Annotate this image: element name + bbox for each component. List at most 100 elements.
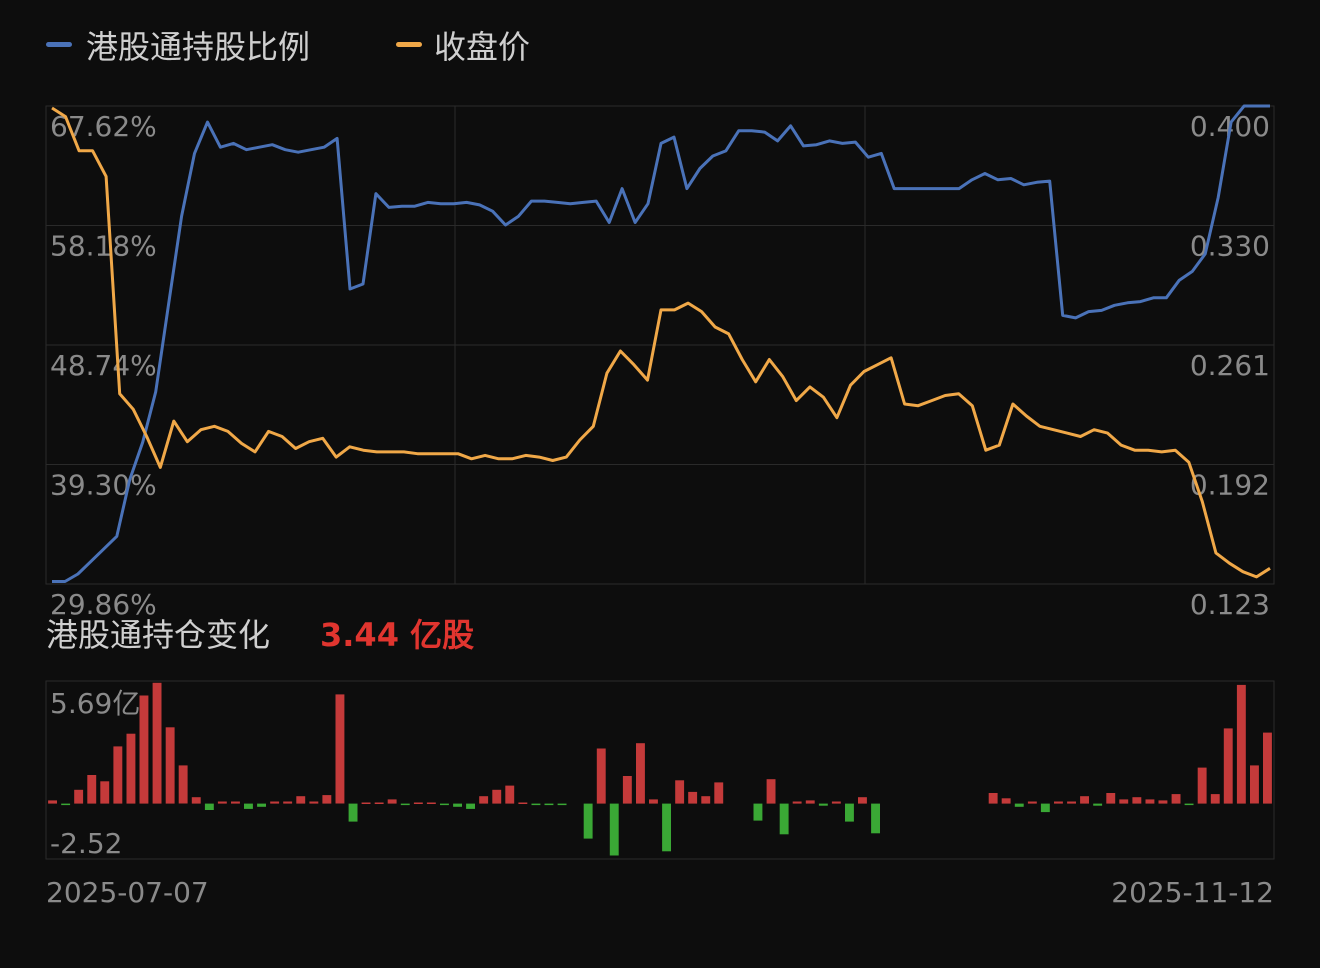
bar xyxy=(426,802,436,804)
bar xyxy=(1236,684,1246,804)
holding-ratio-line xyxy=(52,104,1270,583)
bar xyxy=(204,803,214,810)
bar xyxy=(231,801,240,804)
bar xyxy=(583,803,593,839)
bar xyxy=(387,799,397,804)
bar xyxy=(779,803,789,835)
bar xyxy=(270,801,280,804)
bar xyxy=(858,797,867,804)
bar xyxy=(257,803,266,807)
bar-axis-tick-min: -2.52 xyxy=(50,827,122,860)
bar xyxy=(1210,794,1220,804)
bar-series xyxy=(48,682,1272,856)
bar xyxy=(178,765,188,804)
chart-canvas: 港股通持股比例 收盘价 67.62%58.18%48.74%39.30%29.8… xyxy=(45,28,1275,909)
bar xyxy=(139,695,149,804)
bar xyxy=(1080,796,1089,804)
bar xyxy=(688,791,698,804)
close-price-line xyxy=(51,106,1271,579)
x-axis-start-date: 2025-07-07 xyxy=(46,876,209,909)
bar xyxy=(1223,728,1233,804)
bar xyxy=(622,776,632,804)
bar-chart: 5.69亿 -2.52 xyxy=(45,680,1275,860)
x-axis-end-date: 2025-11-12 xyxy=(1111,876,1274,909)
bar xyxy=(544,803,554,806)
bar xyxy=(766,779,776,804)
bar xyxy=(152,682,162,804)
bar xyxy=(701,796,711,804)
bar xyxy=(831,801,841,804)
bar xyxy=(531,803,541,806)
main-chart: 67.62%58.18%48.74%39.30%29.86% 0.4000.33… xyxy=(45,104,1275,621)
bar xyxy=(1040,803,1050,813)
bar xyxy=(400,803,410,806)
main-gridlines xyxy=(46,106,1274,584)
bar xyxy=(348,803,358,822)
bar xyxy=(1184,803,1194,806)
bar xyxy=(322,795,332,804)
right-axis-tick: 0.261 xyxy=(1190,349,1270,382)
bar xyxy=(1145,799,1155,804)
bar xyxy=(217,801,227,804)
bar xyxy=(361,802,371,804)
bar xyxy=(1263,732,1272,804)
bar xyxy=(335,694,345,804)
bar xyxy=(1119,799,1129,804)
bar xyxy=(1001,798,1011,804)
bar xyxy=(1027,801,1037,804)
bar xyxy=(100,781,110,804)
right-axis-ticks: 0.4000.3300.2610.1920.123 xyxy=(1190,110,1270,621)
bar xyxy=(1054,801,1063,804)
bar xyxy=(1158,800,1168,804)
bar xyxy=(374,802,384,804)
bar xyxy=(675,780,685,804)
bar xyxy=(74,789,84,804)
bar xyxy=(649,799,658,804)
bar xyxy=(165,727,175,804)
bar xyxy=(609,803,619,856)
bar xyxy=(309,801,319,804)
legend-swatch-close-price xyxy=(396,42,422,47)
left-axis-tick: 58.18% xyxy=(50,230,157,263)
bar xyxy=(792,801,802,804)
bar xyxy=(1132,797,1142,804)
bar xyxy=(296,796,306,804)
left-axis-tick: 48.74% xyxy=(50,349,157,382)
bar-axis-tick-max: 5.69亿 xyxy=(50,687,140,720)
holding-change-title: 港股通持仓变化 xyxy=(46,616,270,654)
right-axis-tick: 0.123 xyxy=(1190,588,1270,621)
bar xyxy=(492,789,502,804)
bar xyxy=(244,803,253,809)
bar xyxy=(1014,803,1024,807)
bar xyxy=(1093,803,1103,806)
bar xyxy=(87,775,97,804)
bar xyxy=(440,803,449,806)
bar xyxy=(518,802,528,804)
bar xyxy=(636,743,645,804)
bar xyxy=(1250,765,1259,804)
bar xyxy=(283,801,293,804)
bar xyxy=(453,803,462,807)
legend-label-holding-ratio: 港股通持股比例 xyxy=(86,28,310,66)
bar xyxy=(805,800,815,804)
left-axis-tick: 39.30% xyxy=(50,469,157,502)
bar xyxy=(557,803,567,806)
bar xyxy=(1067,801,1076,804)
bar-chart-frame xyxy=(45,680,1275,860)
bar xyxy=(871,803,880,834)
bar xyxy=(596,748,606,804)
bar xyxy=(505,785,515,804)
bar xyxy=(1106,793,1116,804)
left-axis-tick: 67.62% xyxy=(50,110,157,143)
legend: 港股通持股比例 收盘价 xyxy=(46,28,530,66)
bar xyxy=(466,803,475,809)
left-axis-ticks: 67.62%58.18%48.74%39.30%29.86% xyxy=(50,110,157,621)
bar xyxy=(413,802,423,804)
bar xyxy=(845,803,854,822)
bar xyxy=(818,803,828,806)
legend-swatch-holding-ratio xyxy=(46,42,72,47)
bar xyxy=(1171,794,1181,804)
bar xyxy=(714,782,724,804)
bar xyxy=(662,803,671,852)
bar xyxy=(61,803,71,806)
